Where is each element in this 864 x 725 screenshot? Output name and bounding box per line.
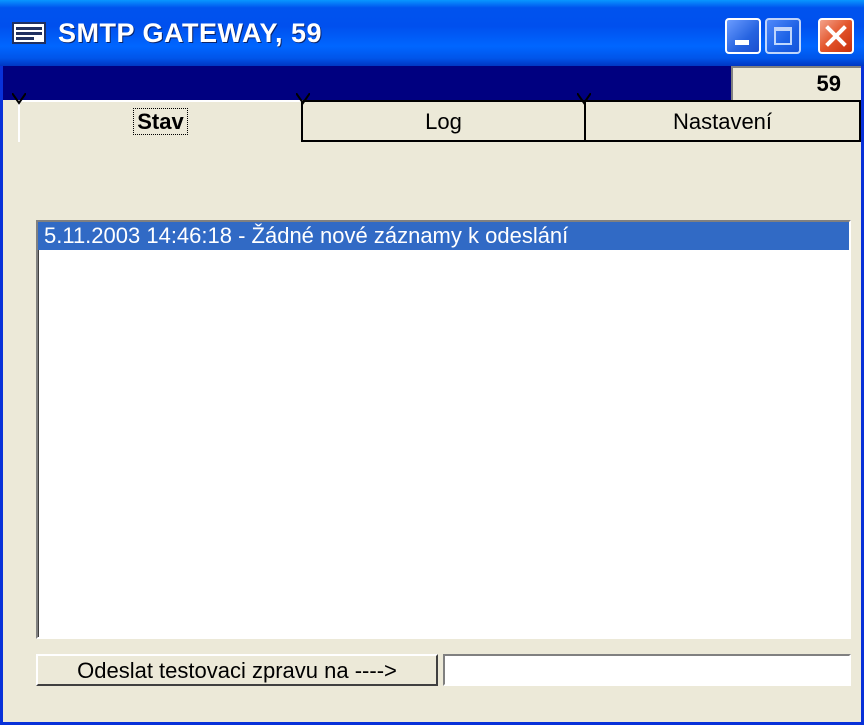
close-button[interactable] <box>818 18 854 54</box>
tab-log[interactable]: Log <box>303 100 586 142</box>
tab-divider-notch <box>296 93 310 105</box>
recipient-email-field[interactable] <box>443 654 851 686</box>
tab-stav-label: Stav <box>133 108 188 135</box>
close-icon <box>825 25 847 47</box>
tab-stav[interactable]: Stav <box>18 100 303 142</box>
minimize-icon <box>735 40 749 45</box>
mail-envelope-icon <box>12 22 46 44</box>
maximize-icon <box>774 27 792 45</box>
counter-display: 59 <box>731 66 861 100</box>
tab-nastaveni[interactable]: Nastavení <box>586 100 861 142</box>
list-item[interactable]: 5.11.2003 14:46:18 - Žádné nové záznamy … <box>38 222 849 250</box>
minimize-button[interactable] <box>725 18 761 54</box>
title-bar[interactable]: SMTP GATEWAY, 59 <box>0 0 864 66</box>
app-window: SMTP GATEWAY, 59 59 Stav Log Nastavení 5… <box>0 0 864 725</box>
maximize-button[interactable] <box>765 18 801 54</box>
tab-strip: Stav Log Nastavení <box>18 100 861 142</box>
window-title: SMTP GATEWAY, 59 <box>58 18 323 48</box>
tab-divider-notch <box>12 93 26 105</box>
send-test-message-button[interactable]: Odeslat testovaci zpravu na ----> <box>36 654 438 686</box>
log-list[interactable]: 5.11.2003 14:46:18 - Žádné nové záznamy … <box>36 220 851 639</box>
tab-divider-notch <box>577 93 591 105</box>
